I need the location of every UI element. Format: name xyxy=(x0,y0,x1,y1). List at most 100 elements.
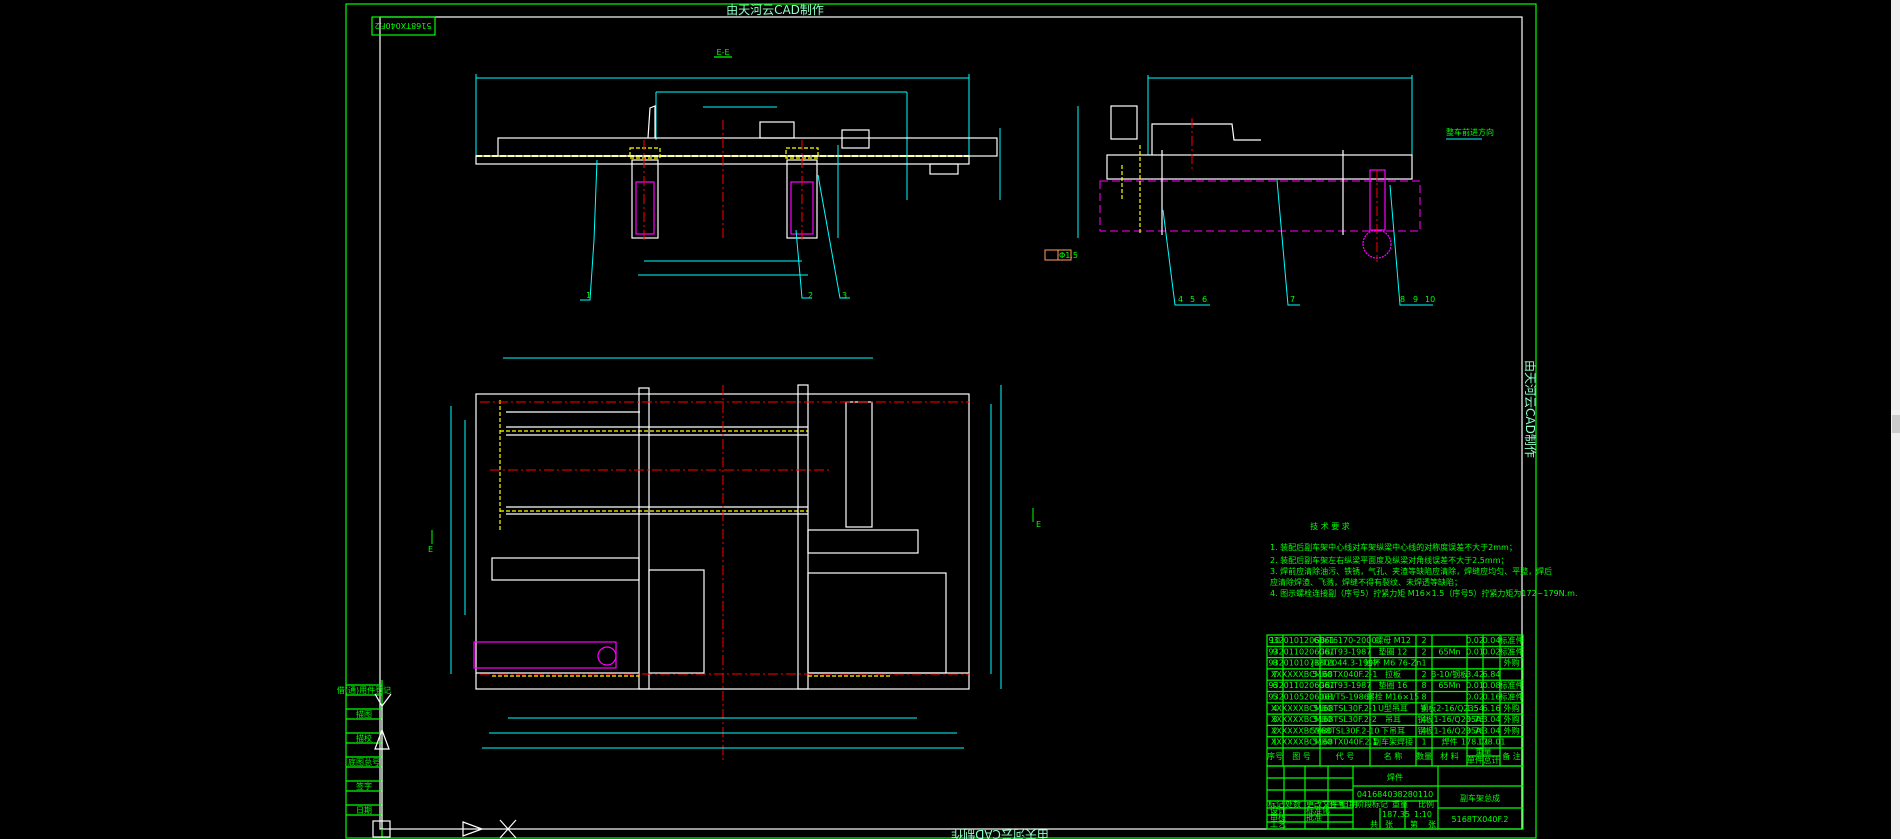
bom-cell: 0.16 xyxy=(1483,693,1501,702)
stamp-label: 描图 xyxy=(356,709,372,719)
bom-cell: 外购 xyxy=(1504,658,1520,668)
front-view[interactable]: E-E 1 2 3 xyxy=(475,48,1001,301)
bom-cell: 5168TSL30F.2-10 xyxy=(1311,726,1380,735)
ucs-icon xyxy=(372,693,517,839)
bom-header-cell: 总计 xyxy=(1484,755,1500,765)
bom-cell: 3.04 xyxy=(1483,726,1501,735)
bom-cell: 螺栓 M16×15 xyxy=(1367,692,1420,702)
watermark-top: 由天河云CAD制作 xyxy=(726,3,824,17)
bom-cell: 螺母 M12 xyxy=(1375,635,1411,645)
tech-title: 技 术 要 求 xyxy=(1310,521,1350,531)
section-label: E-E xyxy=(717,48,730,57)
bom-cell: 1 xyxy=(1421,738,1426,747)
tech-line: 3. 焊前应清除油污、铁锈，气孔、夹渣等缺陷应清除，焊缝应均匀、平整，焊后 xyxy=(1270,566,1552,576)
bom-cell: 0.08 xyxy=(1483,681,1501,690)
outer-frame xyxy=(345,3,1537,839)
bom-header-cell: 数量 xyxy=(1416,751,1432,761)
bom-header-cell: 图 号 xyxy=(1292,752,1311,761)
bom-cell: 0.04 xyxy=(1483,636,1501,645)
bom-cell: GB/T93-1987 xyxy=(1319,647,1372,656)
bom-cell: 2 xyxy=(1421,647,1426,656)
bom-cell: 标准件 xyxy=(1500,646,1524,656)
stamp-label: 借(通)用件登记 xyxy=(337,685,391,695)
item-label: 7 xyxy=(1290,295,1295,304)
bom-header-cell: 代 号 xyxy=(1336,751,1355,761)
bom-cell: 3.42 xyxy=(1466,670,1484,679)
cad-drawing-canvas[interactable]: 5168TX040F.2 由天河云CAD制作 由天河云CAD制作 由天河云CAD… xyxy=(0,0,1891,839)
item-label: 1 xyxy=(586,291,591,300)
bom-cell: 178.01 xyxy=(1478,738,1506,747)
item-label: 10 xyxy=(1425,295,1435,304)
bom-cell: 标准件 xyxy=(1500,680,1524,690)
bom-cell: 标准件 xyxy=(1500,692,1524,702)
bom-cell: 外购 xyxy=(1504,703,1520,713)
item-label: 4 xyxy=(1178,295,1183,304)
weld-symbol: Φ1.5 xyxy=(1059,251,1078,260)
bom-cell: 外购 xyxy=(1504,714,1520,724)
stamp-label: 底图总号 xyxy=(348,757,380,767)
title-label: 张 xyxy=(1385,820,1393,829)
plan-view[interactable]: E E xyxy=(428,357,1041,760)
bom-cell: 拉板 xyxy=(1385,669,1401,679)
bom-header-cell: 名 称 xyxy=(1384,751,1403,761)
item-label: 3 xyxy=(842,291,847,300)
scrollbar-thumb[interactable] xyxy=(1892,415,1900,433)
bom-cell: 1 xyxy=(1421,659,1426,668)
bom-cell: 下吊耳 xyxy=(1381,726,1405,735)
item-label: 2 xyxy=(808,291,813,300)
title-material: 焊件 xyxy=(1387,772,1403,782)
item-label: 5 xyxy=(1190,295,1195,304)
section-marker-left: E xyxy=(428,545,433,554)
stamp-label: 描校 xyxy=(356,733,372,743)
bom-cell: B-10/钢板 xyxy=(1431,669,1468,679)
bom-cell: U型吊耳 xyxy=(1378,704,1408,713)
direction-label: 整车前进方向 xyxy=(1446,127,1494,137)
bom-weight-header: 重量 xyxy=(1476,746,1492,756)
tech-line: 1. 装配后副车架中心线对车架纵梁中心线的对称度误差不大于2mm； xyxy=(1270,542,1517,552)
item-label: 6 xyxy=(1202,295,1207,304)
corner-code: 5168TX040F.2 xyxy=(375,21,432,30)
bom-header-cell: 材 料 xyxy=(1440,751,1459,761)
title-label: 批准 xyxy=(1306,812,1322,822)
title-label: 阶段标记 xyxy=(1356,799,1388,809)
bom-cell: 6.16 xyxy=(1483,704,1501,713)
bom-cell: 6.84 xyxy=(1483,670,1501,679)
bom-cell: 65Mn xyxy=(1438,647,1460,656)
bom-cell: 标准件 xyxy=(1500,635,1524,645)
bom-cell: 8 xyxy=(1421,693,1426,702)
technical-requirements: 技 术 要 求 1. 装配后副车架中心线对车架纵梁中心线的对称度误差不大于2mm… xyxy=(1270,521,1578,598)
bom-cell: 垫圈 12 xyxy=(1379,646,1408,656)
side-view[interactable]: 4 5 6 7 8 9 10 Φ1.5 整车前进方向 xyxy=(1044,75,1494,306)
bom-cell: 垫圈 16 xyxy=(1379,680,1408,690)
title-label: 共 xyxy=(1370,820,1378,829)
tech-line: 2. 装配后副车架左右纵梁平面度及纵梁对角线误差不大于2.5mm； xyxy=(1270,555,1508,565)
bom-cell: 0.02 xyxy=(1466,636,1484,645)
bom-cell: 0.01 xyxy=(1466,681,1484,690)
item-label: 8 xyxy=(1400,295,1405,304)
bom-cell: 65Mn xyxy=(1438,681,1460,690)
bom-cell: 5168TX040F.2.1 xyxy=(1313,738,1378,747)
bom-cell: 2 xyxy=(1421,636,1426,645)
section-marker-right: E xyxy=(1036,520,1041,529)
bom-cell: 3.04 xyxy=(1483,715,1501,724)
bom-cell: 吊耳 xyxy=(1385,715,1401,724)
title-weight: 187.35 xyxy=(1382,810,1410,819)
vertical-scrollbar[interactable] xyxy=(1891,0,1900,839)
bom-cell: 2 xyxy=(1421,670,1426,679)
bom-table: 109320101206061GB/T6170-2000螺母 M12 2 0.020… xyxy=(1266,634,1524,767)
title-block: 焊件 041684038280110 副车架总成 5168TX040F.2 标记… xyxy=(1266,765,1524,830)
watermark-right: 由天河云CAD制作 xyxy=(1523,360,1537,458)
bom-cell: GB/T93-1987 xyxy=(1319,681,1372,690)
bom-cell: 8 xyxy=(1421,681,1426,690)
title-code: 041684038280110 xyxy=(1357,790,1433,799)
bom-cell: 5168TSL30F.2-1 xyxy=(1313,704,1377,713)
title-label: 重量 xyxy=(1392,799,1408,809)
bom-cell: 0.76 xyxy=(1466,715,1484,724)
bom-cell: 5168TSL30F.2-2 xyxy=(1313,715,1377,724)
bom-cell: GB/T5-1986 xyxy=(1321,693,1369,702)
title-label: 比例 xyxy=(1418,799,1434,809)
bom-header-cell: 序号 xyxy=(1267,751,1283,761)
title-label: 处数 xyxy=(1285,799,1301,809)
bom-header-cell: 备 注 xyxy=(1502,751,1521,761)
bom-cell: 0.02 xyxy=(1483,647,1501,656)
